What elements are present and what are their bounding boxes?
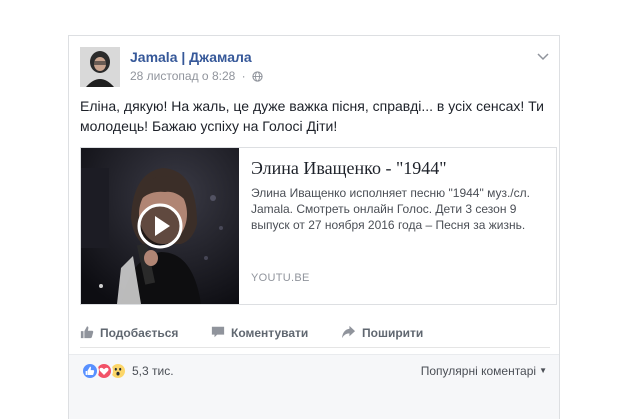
like-label: Подобається bbox=[100, 326, 179, 340]
reaction-icons[interactable] bbox=[81, 362, 127, 380]
link-title[interactable]: Элина Иващенко - "1944" bbox=[251, 158, 447, 179]
like-icon bbox=[81, 362, 99, 380]
like-button[interactable]: Подобається bbox=[80, 323, 178, 343]
play-icon[interactable] bbox=[137, 203, 183, 249]
link-domain: YOUTU.BE bbox=[251, 272, 310, 284]
reactions-footer: 5,3 тис. Популярні коментарі ▼ bbox=[69, 354, 559, 419]
reaction-count[interactable]: 5,3 тис. bbox=[132, 364, 174, 378]
video-thumbnail[interactable] bbox=[81, 148, 239, 304]
comment-sort-dropdown[interactable]: Популярні коментарі ▼ bbox=[421, 364, 547, 378]
globe-icon[interactable] bbox=[252, 71, 263, 85]
post-message: Еліна, дякую! На жаль, це дуже важка піс… bbox=[80, 98, 544, 134]
action-bar: Подобається Коментувати Поширити bbox=[80, 318, 550, 348]
comment-label: Коментувати bbox=[231, 326, 309, 340]
caret-down-icon: ▼ bbox=[539, 366, 547, 375]
share-label: Поширити bbox=[362, 326, 424, 340]
link-preview[interactable]: Элина Иващенко - "1944" Элина Иващенко и… bbox=[80, 147, 557, 305]
comment-icon bbox=[211, 325, 231, 342]
share-icon bbox=[341, 325, 362, 342]
comment-button[interactable]: Коментувати bbox=[211, 323, 308, 343]
meta-separator: · bbox=[241, 69, 246, 83]
post-card: Jamala | Джамала 28 листопад о 8:28 · Ел… bbox=[68, 35, 560, 419]
link-description: Элина Иващенко исполняет песню "1944" му… bbox=[251, 186, 530, 232]
share-button[interactable]: Поширити bbox=[341, 323, 423, 343]
post-meta: 28 листопад о 8:28 · bbox=[130, 69, 263, 85]
post-timestamp[interactable]: 28 листопад о 8:28 bbox=[130, 69, 235, 83]
thumbs-up-icon bbox=[80, 325, 100, 342]
sort-label: Популярні коментарі bbox=[420, 364, 537, 378]
chevron-down-icon[interactable] bbox=[537, 48, 549, 66]
avatar[interactable] bbox=[80, 47, 120, 87]
author-name[interactable]: Jamala | Джамала bbox=[130, 49, 252, 65]
